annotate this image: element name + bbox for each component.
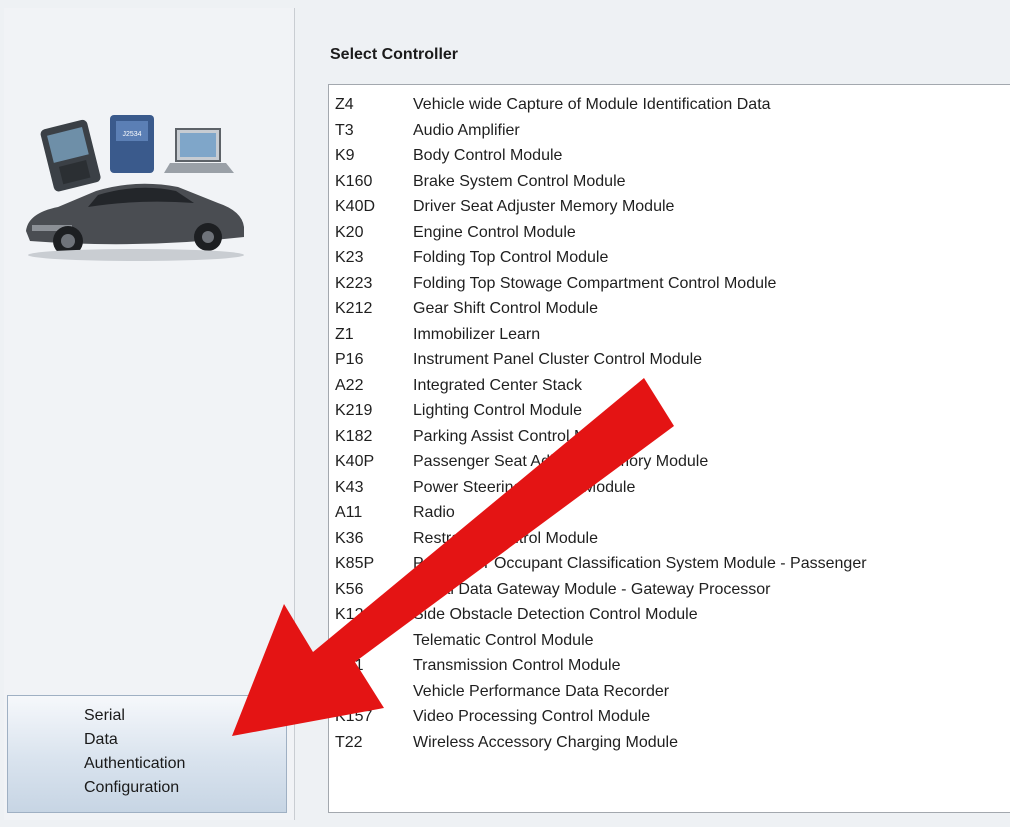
controller-name: Restraints Control Module (413, 529, 598, 547)
controller-name: Serial Data Gateway Module - Gateway Pro… (413, 580, 771, 598)
controller-name: Passenger Seat Adjuster Memory Module (413, 453, 709, 470)
controller-name: Audio Amplifier (413, 121, 520, 139)
list-item[interactable]: A11 Radio (329, 501, 1010, 526)
list-item[interactable]: K36 Restraints Control Module (329, 527, 1010, 552)
controller-code: K219 (335, 402, 373, 419)
controller-name: Radio (413, 504, 455, 521)
list-item[interactable]: K40P Passenger Seat Adjuster Memory Modul… (329, 450, 1010, 475)
controller-name: Instrument Panel Cluster Control Module (413, 351, 703, 368)
controller-code: K20 (335, 223, 364, 241)
controller-code: P16 (335, 351, 364, 368)
controller-code: K9 (335, 147, 355, 164)
config-button-line-4: Configuration (84, 779, 180, 796)
config-button-line-1: Serial (84, 707, 125, 724)
page-title: Select Controller (330, 46, 459, 63)
controller-name: Driver Seat Adjuster Memory Module (413, 198, 675, 215)
controller-name: Brake System Control Module (413, 172, 626, 190)
controller-name: Power Steering Control Module (413, 478, 636, 496)
list-item[interactable]: P16 Instrument Panel Cluster Control Modu… (329, 348, 1010, 373)
controller-name: Gear Shift Control Module (413, 300, 598, 317)
controller-name: Transmission Control Module (413, 657, 621, 674)
controller-name: Integrated Center Stack (413, 376, 582, 394)
serial-data-authentication-configuration-button[interactable]: Serial Data Authentication Configuration (7, 695, 287, 813)
controller-name: Lighting Control Module (413, 402, 582, 419)
controller-list[interactable]: Z4 Vehicle wide Capture of Module Identif… (328, 84, 1010, 813)
left-panel: J2534 Serial Data Authentication Configu… (4, 8, 295, 820)
list-item[interactable]: T22 Wireless Accessory Charging Module (329, 731, 1010, 756)
list-item[interactable]: K9 Body Control Module (329, 144, 1010, 169)
controller-code: K73 (335, 631, 364, 649)
list-item[interactable]: Z1 Immobilizer Learn (329, 323, 1010, 348)
controller-code: A11 (335, 504, 363, 521)
controller-code: Z1 (335, 325, 354, 343)
controller-code: K71 (335, 657, 364, 674)
list-item[interactable]: K219 Lighting Control Module (329, 399, 1010, 424)
controller-code: K161 (335, 682, 373, 700)
controller-code: K40D (335, 198, 376, 215)
scan-tool-and-car-icon: J2534 (18, 103, 248, 273)
controller-name: Side Obstacle Detection Control Module (413, 606, 698, 623)
list-item[interactable]: K85P Passenger Occupant Classification Sy… (329, 552, 1010, 577)
controller-code: T22 (335, 733, 363, 751)
list-item[interactable]: Z4 Vehicle wide Capture of Module Identif… (329, 93, 1010, 118)
controller-name: Telematic Control Module (413, 631, 594, 649)
controller-name: Passenger Occupant Classification System… (413, 555, 867, 572)
controller-name: Vehicle wide Capture of Module Identific… (413, 96, 771, 113)
controller-code: K157 (335, 708, 373, 725)
list-item[interactable]: K161 Vehicle Performance Data Recorder (329, 680, 1010, 705)
controller-code: K36 (335, 529, 364, 547)
controller-code: K43 (335, 478, 364, 496)
list-item[interactable]: T3 Audio Amplifier (329, 119, 1010, 144)
controller-code: A22 (335, 376, 364, 394)
controller-code: K160 (335, 172, 373, 190)
controller-code: T3 (335, 121, 354, 139)
svg-text:J2534: J2534 (122, 131, 141, 138)
controller-code: K56 (335, 580, 364, 598)
controller-name: Engine Control Module (413, 223, 576, 241)
controller-code: K124 (335, 606, 373, 623)
list-item[interactable]: K223 Folding Top Stowage Compartment Cont… (329, 272, 1010, 297)
controller-code: K182 (335, 427, 373, 445)
config-button-line-3: Authentication (84, 755, 186, 772)
controller-name: Immobilizer Learn (413, 325, 541, 343)
controller-name: Wireless Accessory Charging Module (413, 733, 678, 751)
list-item[interactable]: K23 Folding Top Control Module (329, 246, 1010, 271)
controller-code: Z4 (335, 96, 354, 113)
controller-name: Parking Assist Control Module (413, 427, 627, 445)
config-button-line-2: Data (84, 731, 118, 748)
controller-name: Vehicle Performance Data Recorder (413, 682, 670, 700)
list-item[interactable]: K157 Video Processing Control Module (329, 705, 1010, 730)
controller-code: K23 (335, 249, 364, 266)
controller-code: K40P (335, 453, 375, 470)
list-item[interactable]: A22 Integrated Center Stack (329, 374, 1010, 399)
controller-name: Folding Top Stowage Compartment Control … (413, 274, 777, 292)
list-item[interactable]: K212 Gear Shift Control Module (329, 297, 1010, 322)
controller-name: Folding Top Control Module (413, 249, 609, 266)
list-item[interactable]: K20 Engine Control Module (329, 221, 1010, 246)
list-item[interactable]: K160 Brake System Control Module (329, 170, 1010, 195)
list-item[interactable]: K43 Power Steering Control Module (329, 476, 1010, 501)
controller-code: K212 (335, 300, 373, 317)
controller-code: K85P (335, 555, 375, 572)
list-item[interactable]: K73 Telematic Control Module (329, 629, 1010, 654)
list-item[interactable]: K182 Parking Assist Control Module (329, 425, 1010, 450)
list-item[interactable]: K124 Side Obstacle Detection Control Modu… (329, 603, 1010, 628)
list-item[interactable]: K56 Serial Data Gateway Module - Gateway … (329, 578, 1010, 603)
list-item[interactable]: K40D Driver Seat Adjuster Memory Module (329, 195, 1010, 220)
controller-name: Body Control Module (413, 147, 563, 164)
controller-code: K223 (335, 274, 373, 292)
controller-name: Video Processing Control Module (413, 708, 651, 725)
list-item[interactable]: K71 Transmission Control Module (329, 654, 1010, 679)
